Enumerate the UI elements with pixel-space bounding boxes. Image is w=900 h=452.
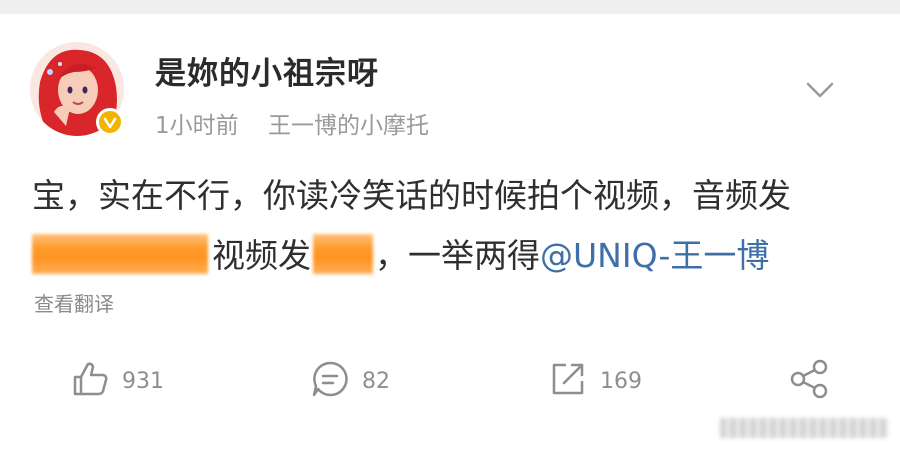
like-button[interactable]: 931 <box>70 356 164 406</box>
post-content: 宝，实在不行，你读冷笑话的时候拍个视频，音频发 视频发 ，一举两得@UNIQ-王一… <box>32 166 882 286</box>
content-text: 视频发 <box>212 236 311 275</box>
comment-button[interactable]: 82 <box>310 356 390 406</box>
like-count: 931 <box>122 368 164 394</box>
verified-badge-icon <box>96 108 124 136</box>
chevron-down-icon[interactable] <box>804 78 836 102</box>
repost-button[interactable]: 169 <box>548 356 642 406</box>
translate-link[interactable]: 查看翻译 <box>34 288 114 317</box>
top-strip <box>0 0 900 14</box>
comment-icon <box>310 359 350 403</box>
content-line-1: 宝，实在不行，你读冷笑话的时候拍个视频，音频发 <box>32 176 791 215</box>
username[interactable]: 是妳的小祖宗呀 <box>155 48 379 93</box>
watermark <box>720 418 888 438</box>
post-meta: 1小时前 王一博的小摩托 <box>155 106 429 140</box>
avatar[interactable] <box>30 42 124 136</box>
redaction-block <box>32 234 208 274</box>
thumbs-up-icon <box>70 359 110 403</box>
post-source[interactable]: 王一博的小摩托 <box>268 113 429 139</box>
repost-icon <box>548 359 588 403</box>
content-line-2: 视频发 ，一举两得@UNIQ-王一博 <box>32 226 882 286</box>
share-icon <box>788 357 832 405</box>
mention-link[interactable]: @UNIQ-王一博 <box>540 236 769 275</box>
post-time: 1小时前 <box>155 113 239 139</box>
redaction-block <box>313 234 373 274</box>
repost-count: 169 <box>600 368 642 394</box>
share-button[interactable] <box>788 356 832 406</box>
comment-count: 82 <box>362 368 390 394</box>
content-text: ，一举两得 <box>375 236 540 275</box>
